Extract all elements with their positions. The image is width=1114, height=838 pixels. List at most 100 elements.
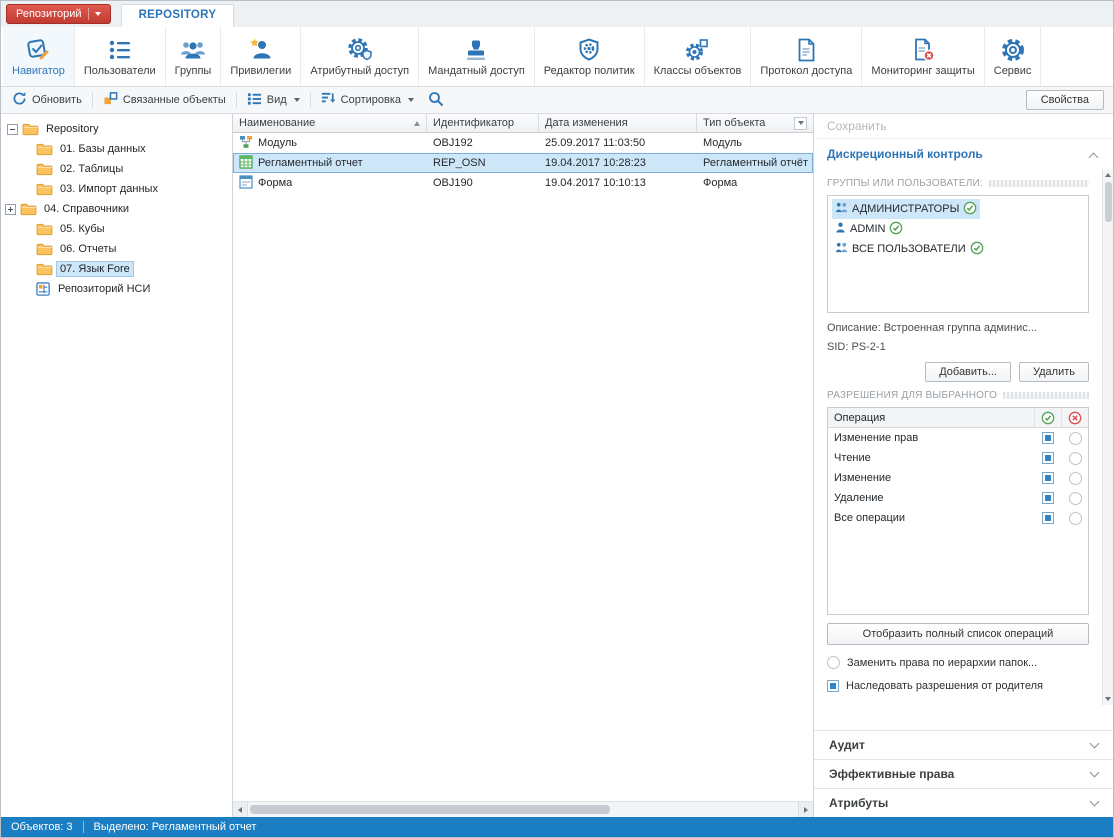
groups-users-listbox[interactable]: АДМИНИСТРАТОРЫ ADMIN ВСЕ ПОЛЬЗОВАТЕЛИ bbox=[827, 195, 1089, 313]
checkbox-checked[interactable] bbox=[827, 680, 839, 692]
related-objects-button[interactable]: Связанные объекты bbox=[99, 89, 230, 111]
ribbon-item-users[interactable]: Пользователи bbox=[75, 27, 166, 86]
refresh-label: Обновить bbox=[32, 94, 82, 106]
tree-item-label: 06. Отчеты bbox=[60, 243, 117, 255]
collapse-box-icon[interactable] bbox=[7, 123, 18, 135]
groups-users-label-row: ГРУППЫ ИЛИ ПОЛЬЗОВАТЕЛИ: bbox=[827, 178, 1089, 189]
tree-item-fore-language[interactable]: 07. Язык Fore bbox=[1, 259, 232, 279]
ribbon-item-attribute-access[interactable]: Атрибутный доступ bbox=[301, 27, 420, 86]
allowed-check-icon bbox=[889, 221, 903, 238]
access-log-icon bbox=[793, 36, 819, 63]
tree-item-label: Repository bbox=[46, 123, 99, 135]
chevron-down-icon bbox=[408, 98, 415, 102]
allow-checkbox[interactable] bbox=[1042, 472, 1054, 484]
filter-dropdown-icon[interactable] bbox=[794, 116, 807, 130]
vertical-scrollbar[interactable] bbox=[1102, 169, 1113, 705]
scrollbar-thumb[interactable] bbox=[1104, 182, 1112, 222]
allow-checkbox[interactable] bbox=[1042, 432, 1054, 444]
tree-item-data-import[interactable]: 03. Импорт данных bbox=[1, 179, 232, 199]
add-button[interactable]: Добавить... bbox=[925, 362, 1011, 382]
object-type: Регламентный отчёт bbox=[703, 157, 809, 169]
object-type: Форма bbox=[703, 177, 738, 189]
list-item-all-users[interactable]: ВСЕ ПОЛЬЗОВАТЕЛИ bbox=[832, 239, 987, 259]
column-header-name[interactable]: Наименование bbox=[233, 114, 427, 132]
groups-icon bbox=[180, 36, 206, 63]
allow-checkbox[interactable] bbox=[1042, 452, 1054, 464]
scroll-left-arrow[interactable] bbox=[233, 802, 248, 817]
module-icon bbox=[239, 135, 253, 152]
ribbon-item-privileges[interactable]: Привилегии bbox=[221, 27, 302, 86]
deny-checkbox[interactable] bbox=[1068, 491, 1082, 505]
list-item-admin[interactable]: ADMIN bbox=[832, 219, 906, 239]
ribbon-item-access-log[interactable]: Протокол доступа bbox=[751, 27, 863, 86]
scroll-right-arrow[interactable] bbox=[798, 802, 813, 817]
repository-menu-button[interactable]: Репозиторий bbox=[6, 4, 111, 24]
ribbon-item-groups[interactable]: Группы bbox=[166, 27, 222, 86]
toolbar-separator bbox=[235, 92, 237, 108]
scrollbar-thumb[interactable] bbox=[250, 805, 610, 814]
users-list-icon bbox=[107, 36, 133, 63]
section-attributes[interactable]: Атрибуты bbox=[814, 788, 1113, 817]
view-dropdown[interactable]: Вид bbox=[243, 89, 304, 111]
scroll-down-arrow[interactable] bbox=[1103, 693, 1113, 705]
ribbon-item-object-classes[interactable]: Классы объектов bbox=[645, 27, 752, 86]
collapsed-sections: Аудит Эффективные права Атрибуты bbox=[814, 730, 1113, 817]
chevron-down-icon bbox=[797, 121, 804, 125]
tree-item-repository-root[interactable]: Repository bbox=[1, 119, 232, 139]
tab-repository[interactable]: REPOSITORY bbox=[120, 4, 235, 27]
inherit-permissions-checkbox-row[interactable]: Наследовать разрешения от родителя bbox=[827, 680, 1089, 692]
ribbon-item-label: Мандатный доступ bbox=[428, 65, 525, 77]
deny-checkbox[interactable] bbox=[1068, 471, 1082, 485]
group-icon bbox=[835, 202, 848, 216]
tree-item-reports[interactable]: 06. Отчеты bbox=[1, 239, 232, 259]
properties-button[interactable]: Свойства bbox=[1025, 90, 1104, 110]
checkbox-unchecked[interactable] bbox=[827, 656, 840, 669]
tree-item-databases[interactable]: 01. Базы данных bbox=[1, 139, 232, 159]
ribbon-item-policy-editor[interactable]: Редактор политик bbox=[535, 27, 645, 86]
allow-checkbox[interactable] bbox=[1042, 512, 1054, 524]
section-discretionary-control[interactable]: Дискреционный контроль bbox=[814, 139, 1113, 168]
deny-checkbox[interactable] bbox=[1068, 451, 1082, 465]
allow-checkbox[interactable] bbox=[1042, 492, 1054, 504]
ribbon-toolbar: Навигатор Пользователи Группы Привилегии… bbox=[1, 27, 1113, 87]
ribbon-item-mandatory-access[interactable]: Мандатный доступ bbox=[419, 27, 535, 86]
tree-item-tables[interactable]: 02. Таблицы bbox=[1, 159, 232, 179]
replace-permissions-checkbox-row[interactable]: Заменить права по иерархии папок... bbox=[827, 656, 1089, 669]
ribbon-item-security-monitoring[interactable]: Мониторинг защиты bbox=[862, 27, 985, 86]
expand-box-icon[interactable] bbox=[5, 203, 16, 215]
column-header-identifier[interactable]: Идентификатор bbox=[427, 114, 539, 132]
section-effective-rights[interactable]: Эффективные права bbox=[814, 759, 1113, 788]
column-header-label: Наименование bbox=[239, 117, 316, 129]
save-label[interactable]: Сохранить bbox=[827, 119, 887, 133]
section-audit[interactable]: Аудит bbox=[814, 730, 1113, 759]
tree-item-dictionaries[interactable]: 04. Справочники bbox=[1, 199, 232, 219]
chevron-down-icon bbox=[94, 12, 101, 16]
permissions-header: Операция bbox=[828, 408, 1088, 428]
show-full-operations-button[interactable]: Отобразить полный список операций bbox=[827, 623, 1089, 645]
ribbon-item-service[interactable]: Сервис bbox=[985, 27, 1042, 86]
deny-checkbox[interactable] bbox=[1068, 511, 1082, 525]
search-button[interactable] bbox=[424, 89, 448, 112]
tree-item-nsi-repository[interactable]: Репозиторий НСИ bbox=[1, 279, 232, 299]
object-name: Модуль bbox=[258, 137, 297, 149]
table-row-selected[interactable]: Регламентный отчет REP_OSN 19.04.2017 10… bbox=[233, 153, 813, 173]
sort-dropdown[interactable]: Сортировка bbox=[317, 89, 418, 111]
deny-checkbox[interactable] bbox=[1068, 431, 1082, 445]
refresh-button[interactable]: Обновить bbox=[8, 89, 86, 111]
permission-row: Чтение bbox=[828, 448, 1088, 468]
delete-button[interactable]: Удалить bbox=[1019, 362, 1089, 382]
table-row[interactable]: Модуль OBJ192 25.09.2017 11:03:50 Модуль bbox=[233, 133, 813, 153]
table-row[interactable]: Форма OBJ190 19.04.2017 10:10:13 Форма bbox=[233, 173, 813, 193]
horizontal-scrollbar[interactable] bbox=[233, 801, 813, 817]
chevron-down-icon bbox=[1089, 738, 1100, 749]
list-item-administrators[interactable]: АДМИНИСТРАТОРЫ bbox=[832, 199, 981, 219]
app-window: Репозиторий REPOSITORY Навигатор Пользов… bbox=[0, 0, 1114, 838]
tree-item-cubes[interactable]: 05. Кубы bbox=[1, 219, 232, 239]
group-buttons-row: Добавить... Удалить bbox=[827, 362, 1089, 382]
scroll-up-arrow[interactable] bbox=[1103, 169, 1113, 181]
service-gear-icon bbox=[1000, 36, 1026, 63]
column-header-object-type[interactable]: Тип объекта bbox=[697, 114, 813, 132]
tree-item-label: 03. Импорт данных bbox=[60, 183, 158, 195]
column-header-modified-date[interactable]: Дата изменения bbox=[539, 114, 697, 132]
ribbon-item-navigator[interactable]: Навигатор bbox=[3, 27, 75, 86]
